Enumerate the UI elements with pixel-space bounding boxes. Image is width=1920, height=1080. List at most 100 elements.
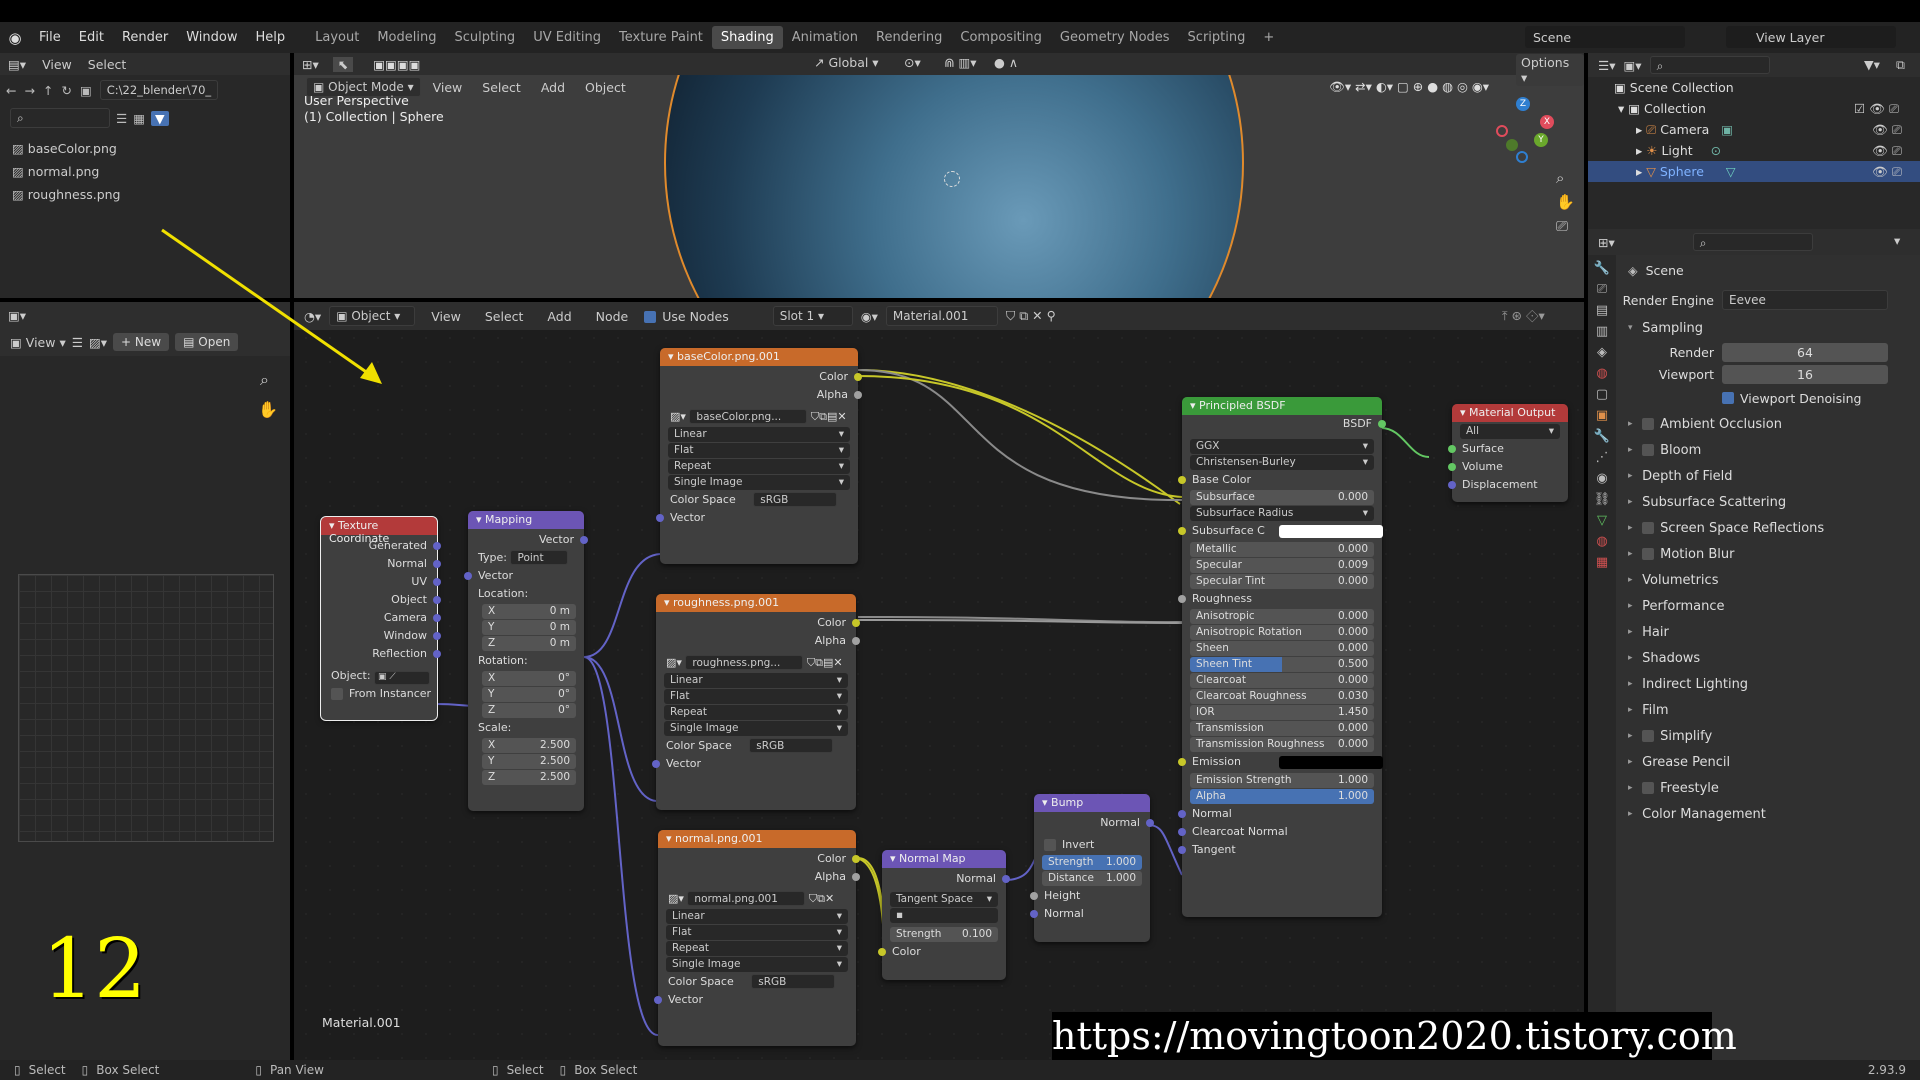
editor-type-icon[interactable]: ⊞▾ xyxy=(294,57,327,72)
tab-compositing[interactable]: Compositing xyxy=(951,26,1051,49)
panel-sampling[interactable]: ▾ Sampling xyxy=(1616,315,1920,341)
particles-tab-icon[interactable]: ⋰ xyxy=(1596,450,1609,465)
blender-logo-icon[interactable]: ◉ xyxy=(0,29,30,47)
distribution-dropdown[interactable]: GGX ▾ xyxy=(1190,439,1374,454)
scale-x-field[interactable]: X 2.500 xyxy=(482,738,576,753)
transmission-roughness-field[interactable]: Transmission Roughness 0.000 xyxy=(1190,737,1374,752)
socket-volume[interactable]: Volume xyxy=(1448,458,1568,476)
panel-film[interactable]: ▸ Film xyxy=(1616,697,1920,723)
output-tab-icon[interactable]: ▤ xyxy=(1596,303,1608,318)
socket-tangent[interactable]: Tangent xyxy=(1178,841,1382,859)
tab-shading[interactable]: Shading xyxy=(711,26,783,49)
socket-bsdf-out[interactable]: BSDF xyxy=(1182,415,1386,433)
panel-motion-blur[interactable]: ▸ Motion Blur xyxy=(1616,541,1920,567)
render-engine-dropdown[interactable]: Eevee xyxy=(1722,290,1888,310)
zoom-icon[interactable]: ⌕ xyxy=(1556,169,1564,187)
tab-scripting[interactable]: Scripting xyxy=(1179,26,1255,49)
object-tab-icon[interactable]: ▣ xyxy=(1596,408,1608,423)
snap-icon[interactable]: ⋒ ▥▾ xyxy=(944,55,977,70)
color-space-row[interactable]: Color Space sRGB xyxy=(658,973,856,991)
panel-freestyle[interactable]: ▸ Freestyle xyxy=(1616,775,1920,801)
clearcoat-field[interactable]: Clearcoat 0.000 xyxy=(1190,673,1374,688)
type-dropdown[interactable]: Point xyxy=(510,550,569,565)
material-output-node[interactable]: ▾ Material Output All ▾ Surface Volume Di… xyxy=(1448,404,1568,502)
uv-map-field[interactable]: ▪ xyxy=(890,908,998,923)
projection-dropdown[interactable]: Flat ▾ xyxy=(664,689,848,704)
menu-render[interactable]: Render xyxy=(113,30,177,45)
outliner-scene-collection[interactable]: ▣ Scene Collection xyxy=(1588,77,1920,98)
type-row[interactable]: Type: Point xyxy=(468,549,584,567)
parent-dir-icon[interactable]: ↑ xyxy=(43,83,53,98)
socket-color[interactable]: Color xyxy=(656,614,860,632)
node-header[interactable]: ▾ roughness.png.001 xyxy=(656,594,856,612)
location-x-field[interactable]: X 0 m xyxy=(482,604,576,619)
socket-camera[interactable]: Camera xyxy=(321,609,441,627)
outliner-item-light[interactable]: ▸ ☀ Light ⊙ 👁 ⎚ xyxy=(1588,140,1920,161)
scale-z-field[interactable]: Z 2.500 xyxy=(482,770,576,785)
socket-normal[interactable]: Normal xyxy=(321,555,441,573)
distance-field[interactable]: Distance 1.000 xyxy=(1042,871,1142,886)
tab-layout[interactable]: Layout xyxy=(306,26,368,49)
panel-screen-space-reflections[interactable]: ▸ Screen Space Reflections xyxy=(1616,515,1920,541)
panel-shadows[interactable]: ▸ Shadows xyxy=(1616,645,1920,671)
location-z-field[interactable]: Z 0 m xyxy=(482,636,576,651)
mapping-node[interactable]: ▾ Mapping Vector Type: Point Vector Loca… xyxy=(464,511,588,811)
socket-alpha[interactable]: Alpha xyxy=(660,386,862,404)
rotation-x-field[interactable]: X 0° xyxy=(482,671,576,686)
extension-dropdown[interactable]: Repeat ▾ xyxy=(664,705,848,720)
transform-orientation[interactable]: ↗ Global ▾ xyxy=(814,55,879,70)
socket-vector[interactable]: Vector xyxy=(654,991,856,1009)
ior-field[interactable]: IOR 1.450 xyxy=(1190,705,1374,720)
rotation-y-field[interactable]: Y 0° xyxy=(482,687,576,702)
bump-node[interactable]: ▾ Bump Normal Invert Strength 1.000 Dista… xyxy=(1030,794,1154,942)
fb-view-menu[interactable]: View xyxy=(34,57,80,72)
source-dropdown[interactable]: Single Image ▾ xyxy=(668,475,850,490)
editor-type-icon[interactable]: ⊞▾ xyxy=(1598,235,1615,250)
menu-help[interactable]: Help xyxy=(247,30,295,45)
socket-normal[interactable]: Normal xyxy=(1178,805,1382,823)
node-header[interactable]: ▾ baseColor.png.001 xyxy=(660,348,858,366)
filter-icon[interactable]: ▼ xyxy=(151,110,169,126)
projection-dropdown[interactable]: Flat ▾ xyxy=(666,925,848,940)
file-item[interactable]: ▨ baseColor.png xyxy=(12,137,278,160)
vp-add-menu[interactable]: Add xyxy=(533,80,573,95)
node-header[interactable]: ▾ Mapping xyxy=(468,511,584,529)
texture-coordinate-node[interactable]: ▾ Texture Coordinate Generated Normal UV… xyxy=(320,516,441,721)
texture-tab-icon[interactable]: ▦ xyxy=(1596,555,1608,570)
object-field-row[interactable]: Object: ▣ ⟋ xyxy=(321,667,437,685)
normal-map-node[interactable]: ▾ Normal Map Normal Tangent Space ▾ ▪ Str… xyxy=(878,850,1010,980)
ie-view-menu[interactable]: ▣ View ▾ xyxy=(10,335,66,350)
socket-vector[interactable]: Vector xyxy=(652,755,856,773)
space-dropdown[interactable]: Tangent Space ▾ xyxy=(890,892,998,907)
node-header[interactable]: ▾ Material Output xyxy=(1452,404,1568,422)
scene-selector[interactable]: Scene xyxy=(1525,26,1685,48)
basecolor-texture-node[interactable]: ▾ baseColor.png.001 Color Alpha ▨▾ baseC… xyxy=(656,348,862,564)
panel-indirect-lighting[interactable]: ▸ Indirect Lighting xyxy=(1616,671,1920,697)
panel-color-management[interactable]: ▸ Color Management xyxy=(1616,801,1920,827)
navigation-gizmo[interactable]: Z X Y xyxy=(1494,95,1564,165)
rotation-z-field[interactable]: Z 0° xyxy=(482,703,576,718)
socket-displacement[interactable]: Displacement xyxy=(1448,476,1568,494)
transmission-field[interactable]: Transmission 0.000 xyxy=(1190,721,1374,736)
vp-object-menu[interactable]: Object xyxy=(577,80,634,95)
refresh-icon[interactable]: ↻ xyxy=(61,83,71,98)
outliner-item-camera[interactable]: ▸ ⎚ Camera ▣ 👁 ⎚ xyxy=(1588,119,1920,140)
collection-tab-icon[interactable]: ▢ xyxy=(1596,387,1608,402)
panel-volumetrics[interactable]: ▸ Volumetrics xyxy=(1616,567,1920,593)
socket-normal-out[interactable]: Normal xyxy=(882,870,1010,888)
properties-search-input[interactable]: ⌕ xyxy=(1692,233,1813,251)
subsurface-method-dropdown[interactable]: Christensen-Burley ▾ xyxy=(1190,455,1374,470)
interpolation-dropdown[interactable]: Linear ▾ xyxy=(668,427,850,442)
material-tab-icon[interactable]: ◍ xyxy=(1596,534,1607,549)
new-folder-icon[interactable]: ▣ xyxy=(80,83,92,98)
socket-height[interactable]: Height xyxy=(1030,887,1150,905)
pivot-icon[interactable]: ⊙▾ xyxy=(904,55,921,70)
visibility-icons[interactable]: ☑ 👁 ⎚ xyxy=(1854,98,1899,119)
editor-type-icon[interactable]: ☰▾ xyxy=(1598,58,1615,73)
subsurface-color-row[interactable]: Subsurface C xyxy=(1178,522,1383,541)
socket-alpha[interactable]: Alpha xyxy=(658,868,860,886)
panel-ambient-occlusion[interactable]: ▸ Ambient Occlusion xyxy=(1616,411,1920,437)
specular-field[interactable]: Specular 0.009 xyxy=(1190,558,1374,573)
scene-tab-icon[interactable]: ◈ xyxy=(1597,345,1607,360)
alpha-field[interactable]: Alpha 1.000 xyxy=(1190,789,1374,804)
